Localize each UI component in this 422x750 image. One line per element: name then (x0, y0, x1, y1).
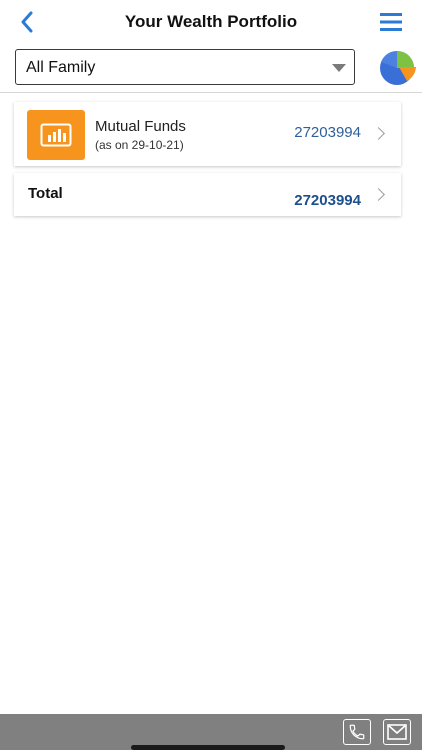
page-title: Your Wealth Portfolio (124, 12, 298, 31)
holding-date: (as on 29-10-21) (95, 138, 184, 152)
total-label: Total (28, 185, 63, 202)
dropdown-arrow-icon (332, 64, 346, 72)
pie-chart-button[interactable] (377, 50, 417, 86)
home-indicator (131, 745, 285, 750)
app-header: Your Wealth Portfolio (0, 0, 422, 44)
header-divider (0, 92, 422, 93)
menu-button[interactable] (378, 10, 404, 34)
bar-chart-icon (40, 123, 72, 147)
mutual-funds-card[interactable]: Mutual Funds (as on 29-10-21) 27203994 (14, 102, 401, 166)
call-button[interactable] (343, 719, 371, 745)
chevron-right-icon (372, 188, 385, 201)
total-value: 27203994 (294, 192, 361, 209)
mutual-funds-icon (27, 110, 85, 160)
total-card[interactable]: Total 27203994 (14, 173, 401, 216)
hamburger-menu-icon (380, 13, 402, 31)
family-select-value: All Family (26, 59, 96, 76)
mail-icon (387, 724, 407, 740)
holding-name: Mutual Funds (95, 118, 186, 135)
chevron-right-icon (372, 127, 385, 140)
holding-value: 27203994 (294, 124, 361, 141)
mail-button[interactable] (383, 719, 411, 745)
family-select[interactable]: All Family (15, 49, 355, 85)
pie-chart-icon (380, 50, 416, 85)
phone-icon (349, 724, 365, 740)
